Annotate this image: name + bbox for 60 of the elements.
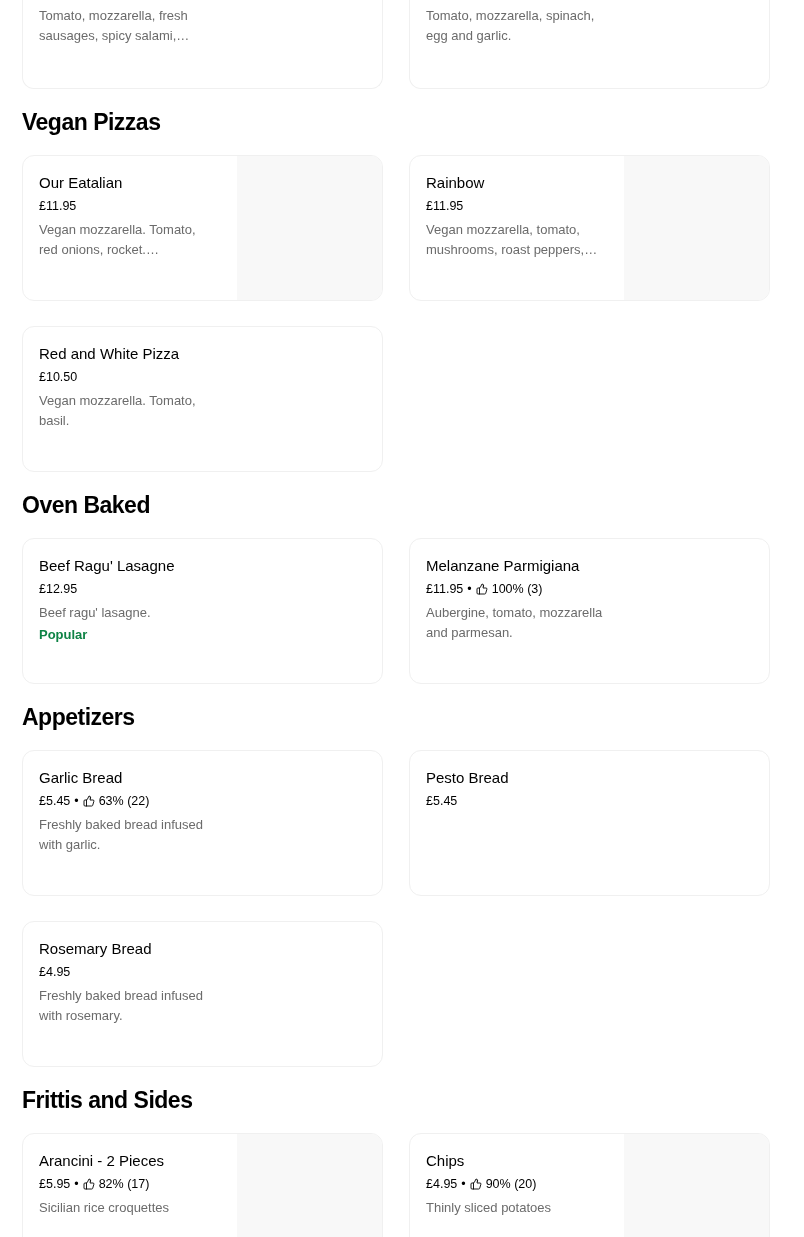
item-name: Pesto Bread: [426, 768, 509, 788]
thumbs-up-icon: [82, 795, 95, 807]
menu-item-card[interactable]: Rainbow £11.95 Vegan mozzarella, tomato, mushrooms, roast peppers,…: [409, 155, 770, 301]
section-heading: Vegan Pizzas: [22, 107, 162, 137]
item-description: Thinly sliced potatoes: [426, 1199, 552, 1217]
menu-item-card[interactable]: Tomato, mozzarella, fresh sausages, spicy salami,…: [22, 0, 383, 89]
item-name: Beef Ragu' Lasagne: [39, 556, 175, 576]
menu-item-card[interactable]: Beef Ragu' Lasagne £12.95 Beef ragu' lasagne. Popular: [22, 538, 383, 684]
item-name: Rainbow: [426, 173, 485, 193]
item-price: £11.95: [426, 198, 464, 214]
item-description: Sicilian rice croquettes: [39, 1199, 171, 1217]
item-name: Rosemary Bread: [39, 939, 152, 959]
popular-tag: Popular: [39, 625, 88, 645]
item-description: Beef ragu' lasagne.: [39, 604, 152, 622]
section-heading: Appetizers: [22, 702, 136, 732]
item-description: Tomato, mozzarella, fresh sausages, spicy salami,…: [39, 7, 191, 45]
item-price: £11.95: [39, 198, 77, 214]
item-price: £10.50: [39, 369, 78, 385]
menu-item-card[interactable]: Tomato, mozzarella, spinach, egg and garlic.: [409, 0, 770, 89]
item-description: Tomato, mozzarella, spinach, egg and garlic.: [426, 7, 596, 45]
thumbs-up-icon: [82, 1178, 95, 1190]
item-price: £4.95: [39, 964, 71, 980]
item-rating: 82% (17): [98, 1176, 150, 1192]
menu-item-card[interactable]: Red and White Pizza £10.50 Vegan mozzarella. Tomato, basil.: [22, 326, 383, 472]
menu-item-card[interactable]: Melanzane Parmigiana £11.95 • 100% (3) Aubergine, tomato, mozzarella and parmesan.: [409, 538, 770, 684]
separator: •: [467, 581, 472, 597]
item-rating: 100% (3): [491, 581, 543, 597]
menu-item-card[interactable]: Our Eatalian £11.95 Vegan mozzarella. Tomato, red onions, rocket.…: [22, 155, 383, 301]
item-description: Aubergine, tomato, mozzarella and parmesan.: [426, 604, 604, 642]
menu-item-card[interactable]: Pesto Bread £5.45: [409, 750, 770, 896]
menu-item-card[interactable]: Rosemary Bread £4.95 Freshly baked bread infused with rosemary.: [22, 921, 383, 1067]
item-price: £5.45: [426, 793, 458, 809]
item-name: Garlic Bread: [39, 768, 123, 788]
item-name: Red and White Pizza: [39, 344, 180, 364]
item-name: Melanzane Parmigiana: [426, 556, 580, 576]
separator: •: [74, 793, 79, 809]
menu-item-card[interactable]: Chips £4.95 • 90% (20) Thinly sliced potatoes: [409, 1133, 770, 1237]
item-description: Freshly baked bread infused with garlic.: [39, 816, 205, 854]
item-description: Freshly baked bread infused with rosemary.: [39, 987, 205, 1025]
item-name: Our Eatalian: [39, 173, 123, 193]
item-rating: 63% (22): [98, 793, 150, 809]
separator: •: [461, 1176, 466, 1192]
menu-item-card[interactable]: Garlic Bread £5.45 • 63% (22) Freshly baked bread infused with garlic.: [22, 750, 383, 896]
menu-item-card[interactable]: Arancini - 2 Pieces £5.95 • 82% (17) Sicilian rice croquettes: [22, 1133, 383, 1237]
thumbs-up-icon: [475, 583, 488, 595]
item-description: Vegan mozzarella. Tomato, basil.: [39, 392, 197, 430]
section-heading: Frittis and Sides: [22, 1085, 194, 1115]
item-price: £11.95: [426, 581, 464, 597]
item-description: Vegan mozzarella. Tomato, red onions, rocket.…: [39, 221, 197, 259]
item-description: Vegan mozzarella, tomato, mushrooms, roast peppers,…: [426, 221, 599, 259]
thumbs-up-icon: [469, 1178, 482, 1190]
item-price: £5.45: [39, 793, 71, 809]
section-heading: Oven Baked: [22, 490, 151, 520]
item-name: Arancini - 2 Pieces: [39, 1151, 165, 1171]
separator: •: [74, 1176, 79, 1192]
item-price: £12.95: [39, 581, 78, 597]
item-price: £4.95: [426, 1176, 458, 1192]
item-price: £5.95: [39, 1176, 71, 1192]
item-rating: 90% (20): [485, 1176, 537, 1192]
item-name: Chips: [426, 1151, 465, 1171]
